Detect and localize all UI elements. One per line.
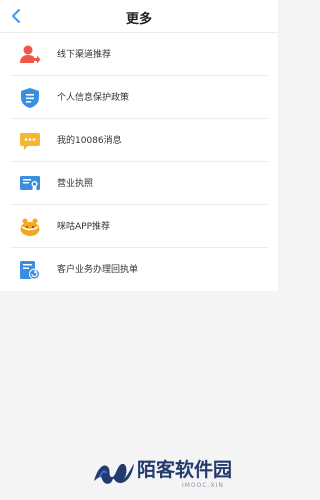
shield-doc-icon — [21, 88, 39, 108]
watermark-title: 陌客软件园 — [137, 459, 233, 481]
top-nav-bar: 更多 — [0, 0, 278, 33]
menu-item-label: 个人信息保护政策 — [57, 93, 130, 103]
certificate-icon — [20, 176, 40, 193]
more-page: 更多 线下渠道推荐 个人信息保护政策 我的10086消息 营业执照 咪咕APP推… — [0, 0, 278, 500]
menu-item-label: 客户业务办理回执单 — [57, 265, 139, 275]
watermark-subtitle: IMOOC.XIN — [182, 482, 224, 489]
more-menu-list: 线下渠道推荐 个人信息保护政策 我的10086消息 营业执照 咪咕APP推荐 客… — [0, 33, 278, 291]
menu-item-service-receipt[interactable]: 客户业务办理回执单 — [0, 248, 278, 291]
menu-item-label: 营业执照 — [57, 179, 94, 189]
menu-item-label: 咪咕APP推荐 — [57, 222, 111, 232]
receipt-refresh-icon — [20, 261, 40, 280]
page-title: 更多 — [125, 12, 152, 27]
menu-item-privacy-policy[interactable]: 个人信息保护政策 — [0, 76, 278, 119]
menu-item-10086-messages[interactable]: 我的10086消息 — [0, 119, 278, 162]
migu-bird-icon — [20, 218, 40, 236]
menu-item-label: 我的10086消息 — [57, 136, 122, 146]
menu-item-business-license[interactable]: 营业执照 — [0, 162, 278, 205]
menu-item-offline-channel[interactable]: 线下渠道推荐 — [0, 33, 278, 76]
wave-logo-icon — [94, 463, 134, 484]
menu-item-label: 线下渠道推荐 — [57, 50, 112, 60]
watermark: 陌客软件园 IMOOC.XIN — [92, 452, 272, 494]
menu-item-migu-app[interactable]: 咪咕APP推荐 — [0, 205, 278, 248]
person-share-icon — [20, 45, 41, 64]
chat-bubble-icon — [20, 133, 40, 150]
